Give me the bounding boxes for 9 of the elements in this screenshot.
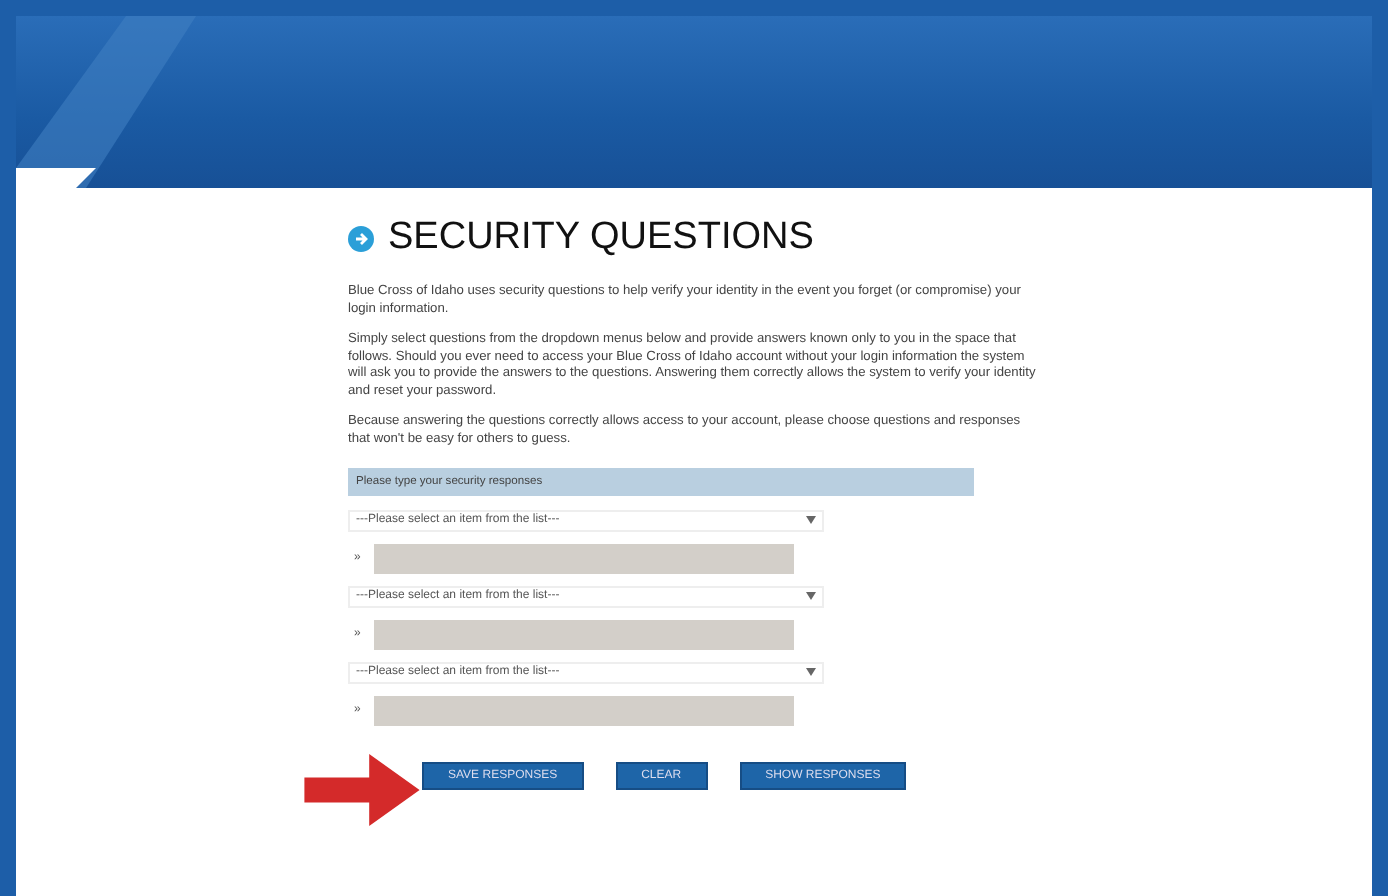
- dropdown-caret-icon: [806, 592, 816, 600]
- answer-field[interactable]: [374, 619, 795, 649]
- answer-field[interactable]: [374, 695, 795, 725]
- dropdown-caret-icon: [806, 668, 816, 676]
- page-title: SECURITY QUESTIONS: [388, 216, 814, 260]
- arrow-circle-icon: [348, 225, 374, 251]
- pointer-arrow-icon: [300, 754, 424, 826]
- answer-field[interactable]: [374, 543, 795, 573]
- dropdown-caret-icon: [806, 516, 816, 524]
